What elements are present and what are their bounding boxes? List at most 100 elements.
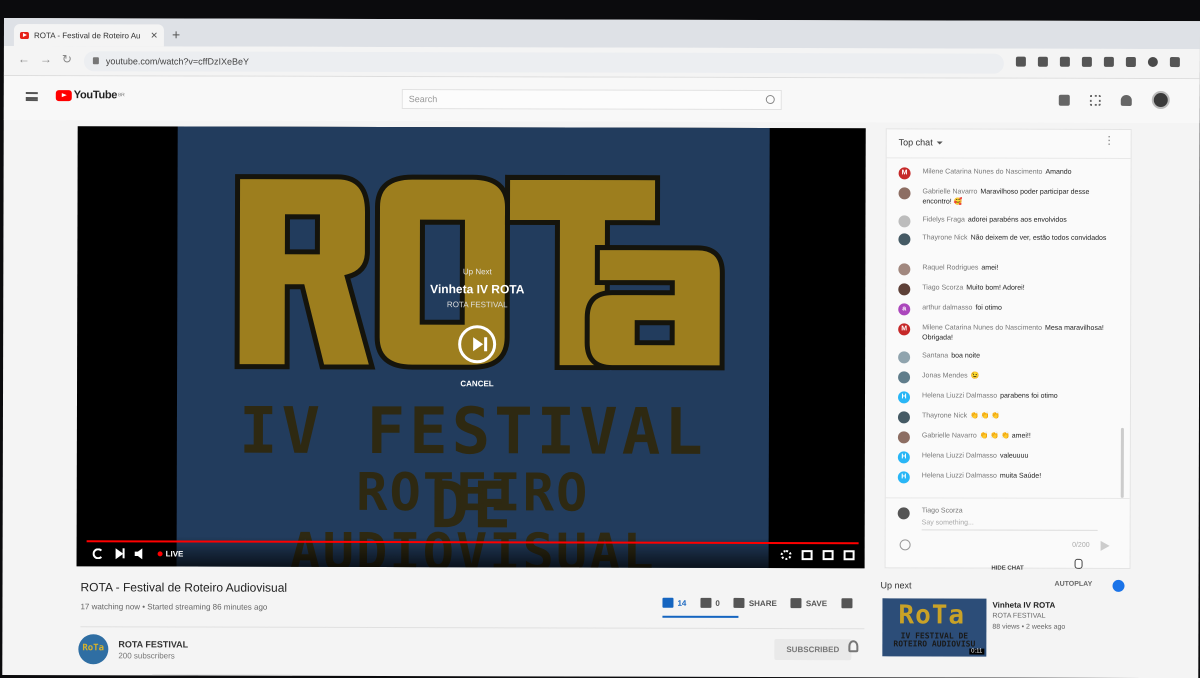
autoplay-toggle[interactable] (1112, 579, 1125, 592)
youtube-logo[interactable]: YouTube BR (55, 89, 125, 101)
chat-avatar[interactable] (898, 371, 911, 384)
theater-mode-icon[interactable] (822, 550, 834, 561)
upnext-thumbnail[interactable]: RoTa IV FESTIVAL DE ROTEIRO AUDIOVISU 0:1… (882, 598, 987, 657)
extension-icon[interactable] (1081, 56, 1092, 67)
new-tab-button[interactable]: + (172, 26, 180, 42)
save-button[interactable]: SAVE (790, 598, 827, 609)
chat-avatar[interactable]: H (897, 451, 910, 464)
chat-input[interactable]: Say something... (922, 519, 974, 526)
chat-author[interactable]: Tiago Scorza (922, 284, 963, 291)
cancel-button[interactable]: CANCEL (377, 379, 577, 389)
chat-message[interactable]: Raquel Rodrigues amei! (898, 263, 1108, 276)
browser-tab[interactable]: ROTA - Festival de Roteiro Au ✕ (13, 24, 164, 47)
chat-message[interactable]: H Helena Liuzzi Dalmasso valeuuuu (897, 451, 1108, 464)
close-tab-icon[interactable]: ✕ (150, 30, 158, 41)
more-options-icon[interactable]: ⋮ (1104, 134, 1115, 147)
chat-avatar[interactable] (898, 263, 911, 276)
url-input[interactable]: youtube.com/watch?v=cffDzIXeBeY (83, 51, 1004, 74)
volume-icon[interactable] (135, 548, 146, 559)
extension-icon[interactable] (1059, 56, 1070, 67)
report-button[interactable] (841, 598, 853, 609)
upnext-video-title[interactable]: Vinheta IV ROTA (992, 601, 1055, 610)
search-icon[interactable] (765, 94, 775, 105)
channel-name[interactable]: ROTA FESTIVAL (118, 639, 188, 649)
progress-bar[interactable] (86, 540, 859, 545)
chat-author[interactable]: Milene Catarina Nunes do Nascimento (923, 168, 1043, 175)
create-video-icon[interactable] (1058, 94, 1070, 106)
user-avatar[interactable] (1151, 91, 1170, 110)
back-icon[interactable]: ← (18, 52, 30, 66)
chat-avatar[interactable] (898, 233, 911, 246)
chat-avatar[interactable] (898, 351, 911, 364)
channel-avatar[interactable]: RoTa (78, 634, 109, 665)
emoji-icon[interactable] (899, 539, 911, 551)
upnext-title[interactable]: Vinheta IV ROTA (377, 282, 577, 297)
like-button[interactable]: 14 (662, 597, 686, 608)
chat-avatar[interactable]: H (897, 391, 911, 404)
chat-message[interactable]: Tiago Scorza Muito bom! Adorei! (898, 283, 1108, 296)
share-button[interactable]: SHARE (733, 597, 777, 608)
settings-gear-icon[interactable] (780, 550, 792, 561)
hide-chat-button[interactable]: HIDE CHAT (886, 565, 1130, 572)
chat-message[interactable]: M Milene Catarina Nunes do Nascimento Mesa… (898, 323, 1108, 344)
chat-author[interactable]: Gabrielle Navarro (923, 188, 978, 195)
chat-message[interactable]: Thayrone Nick 👏 👏 👏 (897, 411, 1108, 424)
chat-scrollbar[interactable] (1120, 427, 1124, 498)
fullscreen-icon[interactable] (843, 550, 855, 561)
menu-icon[interactable] (1169, 57, 1180, 68)
play-next-button[interactable] (458, 325, 497, 364)
chat-author[interactable]: arthur dalmasso (922, 304, 972, 311)
chat-message[interactable]: Fidelys Fraga adorei parabéns aos envolvi… (898, 215, 1108, 228)
chat-author[interactable]: Jonas Mendes (922, 372, 968, 379)
miniplayer-icon[interactable] (801, 550, 813, 561)
chat-avatar[interactable]: H (897, 471, 910, 484)
chat-author[interactable]: Fidelys Fraga (922, 216, 964, 223)
chat-avatar[interactable]: a (898, 303, 911, 316)
chat-avatar[interactable] (898, 283, 911, 296)
subscribed-button[interactable]: SUBSCRIBED (774, 639, 852, 661)
next-icon[interactable] (115, 548, 123, 560)
puzzle-icon[interactable] (1103, 56, 1114, 67)
apps-grid-icon[interactable] (1089, 94, 1101, 106)
chat-message[interactable]: Gabrielle Navarro 👏 👏 👏 amei!! (897, 431, 1108, 444)
notification-bell-icon[interactable] (848, 640, 859, 653)
chat-message[interactable]: H Helena Liuzzi Dalmasso parabens foi otim… (897, 391, 1108, 404)
chat-avatar[interactable]: M (898, 167, 911, 180)
chat-author[interactable]: Santana (922, 352, 948, 359)
chat-avatar[interactable] (898, 187, 911, 200)
chat-author[interactable]: Raquel Rodrigues (922, 264, 978, 271)
chat-author[interactable]: Helena Liuzzi Dalmasso (922, 392, 997, 399)
translate-icon[interactable] (1015, 56, 1026, 67)
chat-message[interactable]: a arthur dalmasso foi otimo (898, 303, 1108, 316)
chat-author[interactable]: Helena Liuzzi Dalmasso (922, 472, 997, 479)
hamburger-menu-icon[interactable] (25, 92, 38, 102)
chat-author[interactable]: Gabrielle Navarro (922, 432, 977, 439)
chat-author[interactable]: Thayrone Nick (922, 234, 967, 241)
search-input[interactable]: Search (401, 89, 782, 111)
dislike-button[interactable]: 0 (700, 597, 720, 608)
chat-avatar[interactable] (897, 431, 910, 444)
star-icon[interactable] (1037, 56, 1048, 67)
chat-avatar[interactable] (897, 411, 910, 424)
notifications-bell-icon[interactable] (1120, 94, 1132, 106)
chat-avatar[interactable]: M (898, 323, 911, 336)
live-badge[interactable]: LIVE (157, 549, 183, 558)
profile-icon[interactable] (1147, 56, 1158, 68)
chat-message[interactable]: Thayrone Nick Não deixem de ver, estão to… (898, 233, 1108, 246)
reload-icon[interactable]: ↻ (62, 52, 72, 66)
replay-icon[interactable] (92, 548, 104, 560)
chat-message[interactable]: Santana boa noite (898, 351, 1108, 364)
chat-message[interactable]: Gabrielle Navarro Maravilhoso poder parti… (898, 187, 1109, 208)
chat-author[interactable]: Milene Catarina Nunes do Nascimento (922, 324, 1042, 331)
chat-author[interactable]: Helena Liuzzi Dalmasso (922, 452, 997, 459)
chat-message[interactable]: M Milene Catarina Nunes do Nascimento Aman… (898, 167, 1109, 180)
chat-mode-dropdown[interactable]: Top chat (899, 137, 943, 147)
video-player[interactable]: IV FESTIVAL DE ROTEIRO AUDIOVISUAL Up Ne… (76, 126, 866, 569)
chat-author[interactable]: Thayrone Nick (922, 412, 967, 419)
chat-message[interactable]: H Helena Liuzzi Dalmasso muita Saúde! (897, 471, 1108, 484)
media-icon[interactable] (1125, 56, 1136, 67)
chat-avatar[interactable] (898, 215, 911, 228)
chat-message[interactable]: Jonas Mendes 😉 (898, 371, 1108, 384)
send-icon[interactable] (1100, 540, 1110, 551)
forward-icon[interactable]: → (40, 52, 52, 66)
